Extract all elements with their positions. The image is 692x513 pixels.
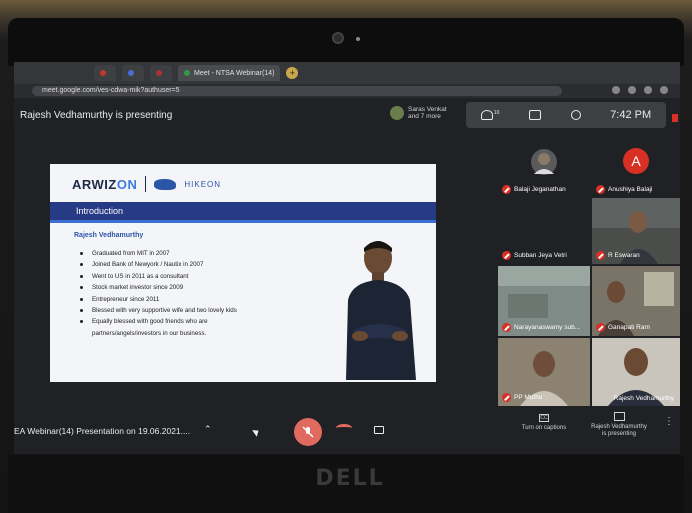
participant-name: Narayanaswamy sub... [502,323,580,332]
laptop-brand-logo: DELL [315,466,385,491]
leave-call-button[interactable] [336,424,352,432]
meet-control-bar: EA Webinar(14) Presentation on 19.06.202… [14,410,680,454]
chip-line-1: Saras Venkat [408,106,447,113]
record-indicator-icon [672,114,678,122]
star-icon[interactable] [628,86,636,94]
tab-label: Meet - NTSA Webinar(14) [194,69,275,77]
extension-icon[interactable] [644,86,652,94]
logo-divider [145,176,147,192]
webcam-icon [332,32,344,44]
captions-label: Turn on captions [521,425,567,431]
meeting-title[interactable]: EA Webinar(14) Presentation on 19.06.202… [14,426,190,436]
participant-chip[interactable]: Saras Venkat and 7 more [390,106,447,120]
slide-bullet: Joined Bank of Newyork / Nautix in 2007 [80,259,310,270]
browser-tab-bar: Meet - NTSA Webinar(14) + [14,62,680,84]
activities-icon[interactable] [570,110,581,120]
participant-avatar [531,149,557,175]
presentation-slide: ARWIZON HIKEON Introduction Rajesh Vedha… [50,164,436,382]
present-label: Rajesh Vedhamurthy [591,424,647,430]
profile-avatar-icon[interactable] [660,86,668,94]
people-button[interactable]: 10 [480,110,500,120]
logo-text: ARWIZ [72,176,117,192]
slide-bullet: Graduated from MIT in 2007 [80,248,310,259]
browser-tab[interactable] [94,65,116,81]
participant-tile[interactable]: Rajesh Vedhamurthy [592,338,680,406]
participant-name: Rajesh Vedhamurthy [613,395,674,402]
camera-toggle-button[interactable] [374,426,384,434]
browser-address-bar: meet.google.com/ves-cdwa-mik?authuser=5 [14,84,680,98]
tab-favicon-icon [128,70,134,76]
slide-bullet: Equally blessed with good friends who ar… [80,316,310,327]
meeting-clock: 7:42 PM [610,109,652,121]
mouse-cursor-icon [252,427,261,437]
mic-off-icon [302,426,314,438]
participant-chip-text: Saras Venkat and 7 more [408,106,447,120]
arwizon-logo: ARWIZON [72,177,137,192]
mic-muted-icon [596,323,605,332]
tab-favicon-icon [100,70,106,76]
participant-name: Balaji Jeganathan [502,185,566,194]
captions-icon: CC [539,414,549,422]
slide-bullet: Blessed with very supportive wife and tw… [80,305,310,316]
slide-bullet: Entrepreneur since 2011 [80,294,310,305]
more-options-icon[interactable]: ⋮ [664,417,674,427]
participant-tile[interactable]: PP Muthu [498,338,590,406]
participant-tile[interactable]: A Anushiya Balaji [592,142,680,198]
participant-name: R Eswaran [596,251,640,260]
mic-muted-icon [502,393,511,402]
logo-text-accent: ON [116,176,138,192]
tab-favicon-icon [156,70,162,76]
people-icon [480,110,493,120]
participant-name: Ganapati Ram [596,323,650,332]
participant-tile[interactable]: Subban Jeya Vetri [498,200,590,264]
mic-muted-icon [596,185,605,194]
people-count: 10 [493,110,500,116]
hikeon-logo: HIKEON [184,179,222,189]
present-now-button[interactable]: Rajesh Vedhamurthy is presenting [584,412,654,438]
slide-logos: ARWIZON HIKEON [72,176,221,192]
participant-name: Anushiya Balaji [596,185,652,194]
slide-bullet-continuation: partners/angels/investors in our busines… [92,329,207,337]
slide-bullet: Went to US in 2011 as a consultant [80,271,310,282]
laptop-screen: Meet - NTSA Webinar(14) + meet.google.co… [14,62,680,454]
new-tab-button[interactable]: + [286,67,299,79]
participant-name: PP Muthu [502,393,542,402]
extension-icons [612,86,668,94]
browser-tab[interactable] [150,65,172,81]
slide-bullet-list: Graduated from MIT in 2007 Joined Bank o… [80,248,310,339]
mic-muted-icon [502,251,511,260]
bull-logo-icon [154,178,177,190]
present-screen-icon [613,412,625,421]
participant-tile[interactable]: Narayanaswamy sub... [498,266,590,336]
meet-toolbar: 10 7:42 PM [466,102,666,128]
browser-tab[interactable] [122,65,144,81]
url-field[interactable]: meet.google.com/ves-cdwa-mik?authuser=5 [32,86,562,96]
mic-muted-icon [502,323,511,332]
meet-favicon-icon [184,70,190,76]
presenting-banner: Rajesh Vedhamurthy is presenting [20,110,173,121]
chevron-up-icon[interactable]: ⌃ [204,424,212,435]
presenter-photo [346,241,416,380]
participant-avatar: A [623,148,649,174]
present-label-sub: is presenting [601,431,637,437]
participant-name: Subban Jeya Vetri [502,251,567,260]
slide-speaker-name: Rajesh Vedhamurthy [74,232,144,239]
participant-tile[interactable]: Ganapati Ram [592,266,680,336]
slide-accent-line [50,220,436,223]
mic-muted-icon [502,185,511,194]
microphone-toggle-button[interactable] [294,418,322,446]
participant-avatar [390,106,404,120]
chip-line-2: and 7 more [408,113,441,120]
webcam-led [356,37,360,41]
chat-icon[interactable] [528,110,541,120]
browser-tab-active[interactable]: Meet - NTSA Webinar(14) [178,65,281,81]
captions-button[interactable]: CC Turn on captions [514,414,574,432]
participant-tile[interactable]: Balaji Jeganathan [498,142,590,198]
laptop-bezel-top [8,18,684,66]
mic-muted-icon [596,251,605,260]
slide-section-title: Introduction [50,202,436,220]
participant-tile[interactable]: R Eswaran [592,198,680,264]
slide-bullet: Stock market investor since 2009 [80,282,310,293]
key-icon[interactable] [612,86,620,94]
